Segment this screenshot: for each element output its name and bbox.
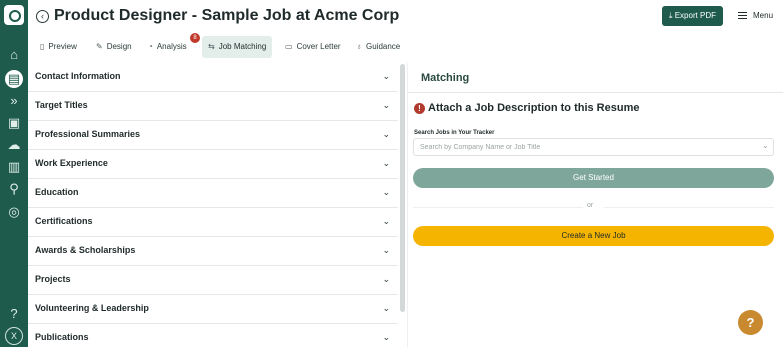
note-icon: ▭: [285, 42, 293, 51]
chevron-down-icon: ⌄: [382, 216, 390, 226]
section-work-experience[interactable]: Work Experience ⌄: [28, 150, 398, 179]
resume-icon[interactable]: ▤: [5, 70, 23, 88]
section-projects[interactable]: Projects ⌄: [28, 266, 398, 295]
gauge-icon: ◔: [148, 42, 153, 51]
section-label: Work Experience: [35, 158, 108, 168]
section-awards-scholarships[interactable]: Awards & Scholarships ⌄: [28, 237, 398, 266]
tab-bar: ▯ Preview ✎ Design ◔ Analysis 8 ⇆ Job Matchi…: [28, 33, 783, 58]
chevron-down-icon: ⌄: [382, 274, 390, 284]
chevron-down-icon: ⌄: [382, 303, 390, 313]
sections-scrollbar[interactable]: [400, 64, 405, 312]
hamburger-icon: [738, 12, 747, 19]
arrows-icon: ⇆: [208, 42, 215, 51]
export-pdf-label: Export PDF: [674, 11, 717, 20]
section-target-titles[interactable]: Target Titles ⌄: [28, 92, 398, 121]
search-icon[interactable]: ⚲: [4, 180, 24, 198]
help-button[interactable]: ?: [738, 310, 763, 335]
tab-label: Preview: [48, 42, 77, 51]
tab-design[interactable]: ✎ Design: [90, 36, 138, 58]
pencil-icon: ✎: [96, 42, 103, 51]
tab-job-matching[interactable]: ⇆ Job Matching: [202, 36, 273, 58]
tab-analysis[interactable]: ◔ Analysis: [142, 36, 193, 58]
divider: [413, 207, 583, 208]
app-logo[interactable]: [4, 5, 24, 25]
section-certifications[interactable]: Certifications ⌄: [28, 208, 398, 237]
avatar[interactable]: X: [5, 327, 23, 345]
chevron-down-icon: ⌄: [382, 100, 390, 110]
chevrons-right-icon[interactable]: »: [4, 92, 24, 110]
section-label: Certifications: [35, 216, 93, 226]
export-pdf-button[interactable]: ⤓ Export PDF: [662, 6, 723, 26]
tab-label: Analysis: [156, 42, 187, 51]
section-label: Target Titles: [35, 100, 88, 110]
document-icon: ▯: [40, 42, 45, 51]
panel-divider: [407, 63, 408, 347]
contacts-icon[interactable]: ▣: [4, 114, 24, 132]
back-arrow-icon[interactable]: ‹: [36, 10, 49, 23]
left-rail: ⌂ ▤ » ▣ ☁ ▥ ⚲ ◎ ? X: [0, 0, 28, 347]
tab-label: Guidance: [366, 42, 401, 51]
section-publications[interactable]: Publications ⌄: [28, 324, 398, 347]
analysis-badge: 8: [190, 33, 200, 43]
chevron-down-icon: ⌄: [382, 245, 390, 255]
resume-sections: Contact Information ⌄ Target Titles ⌄ Pr…: [28, 63, 398, 347]
section-education[interactable]: Education ⌄: [28, 179, 398, 208]
section-label: Professional Summaries: [35, 129, 141, 139]
chevron-down-icon: ⌄: [382, 187, 390, 197]
tab-label: Job Matching: [218, 42, 267, 51]
section-label: Contact Information: [35, 71, 121, 81]
tab-preview[interactable]: ▯ Preview: [34, 36, 83, 58]
tab-label: Design: [106, 42, 132, 51]
section-label: Volunteering & Leadership: [35, 303, 149, 313]
menu-label: Menu: [753, 11, 774, 20]
lightbulb-icon: ♁: [356, 42, 362, 51]
tab-guidance[interactable]: ♁ Guidance: [350, 36, 406, 58]
chevron-down-icon: ⌄: [382, 158, 390, 168]
create-new-job-button[interactable]: Create a New Job: [413, 226, 774, 246]
building-icon[interactable]: ▥: [4, 158, 24, 176]
get-started-button[interactable]: Get Started: [413, 168, 774, 188]
tab-label: Cover Letter: [296, 42, 341, 51]
home-icon[interactable]: ⌂: [4, 46, 24, 64]
target-icon[interactable]: ◎: [4, 203, 24, 221]
divider: [604, 207, 774, 208]
section-professional-summaries[interactable]: Professional Summaries ⌄: [28, 121, 398, 150]
menu-button[interactable]: Menu: [730, 6, 778, 26]
section-label: Awards & Scholarships: [35, 245, 136, 255]
page-title: Product Designer - Sample Job at Acme Co…: [54, 7, 400, 24]
attach-job-title: Attach a Job Description to this Resume: [428, 102, 640, 114]
section-contact-information[interactable]: Contact Information ⌄: [28, 63, 398, 92]
alert-icon: !: [414, 103, 425, 114]
section-label: Projects: [35, 274, 71, 284]
cloud-icon[interactable]: ☁: [4, 136, 24, 154]
page-header: ‹ Product Designer - Sample Job at Acme …: [28, 0, 783, 34]
or-separator: or: [587, 202, 594, 209]
matching-title: Matching: [421, 72, 470, 84]
divider: [408, 92, 783, 93]
help-icon[interactable]: ?: [4, 305, 24, 323]
search-jobs-label: Search Jobs in Your Tracker: [414, 130, 495, 136]
chevron-down-icon: ⌄: [382, 129, 390, 139]
section-volunteering-leadership[interactable]: Volunteering & Leadership ⌄: [28, 295, 398, 324]
job-search-input[interactable]: [413, 138, 774, 156]
section-label: Publications: [35, 332, 89, 342]
chevron-down-icon: ⌄: [382, 332, 390, 342]
chevron-down-icon: ⌄: [382, 71, 390, 81]
tab-cover-letter[interactable]: ▭ Cover Letter: [279, 36, 347, 58]
section-label: Education: [35, 187, 79, 197]
chevron-down-icon[interactable]: ⌄: [762, 141, 769, 150]
